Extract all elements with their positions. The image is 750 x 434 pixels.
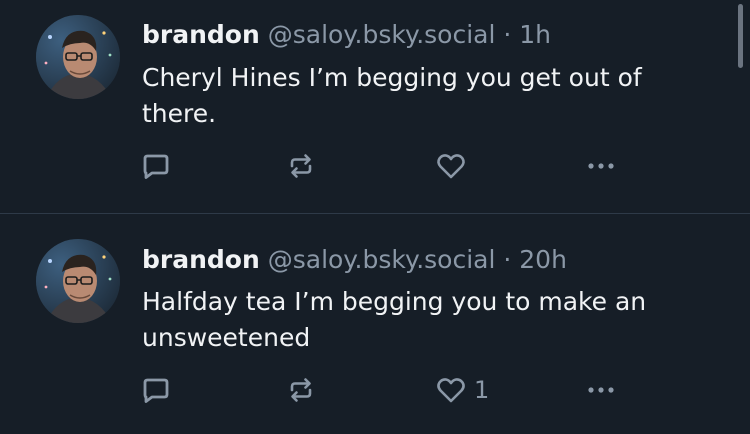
- heart-icon: [437, 154, 465, 179]
- heart-icon: [437, 378, 465, 403]
- post-text: Halfday tea I’m begging you to make an u…: [142, 287, 647, 352]
- reply-button[interactable]: [138, 146, 172, 186]
- post-timestamp[interactable]: 20h: [519, 245, 567, 274]
- author-display-name[interactable]: brandon: [142, 20, 260, 49]
- post-timestamp[interactable]: 1h: [519, 20, 551, 49]
- avatar-image: [36, 15, 120, 99]
- post-feed: brandon @saloy.bsky.social · 1h Cheryl H…: [0, 0, 750, 434]
- like-button[interactable]: [434, 146, 474, 186]
- avatar-image: [36, 239, 120, 323]
- reply-icon: [143, 378, 169, 403]
- author-display-name[interactable]: brandon: [142, 245, 260, 274]
- separator-dot: ·: [503, 245, 512, 274]
- repost-button[interactable]: [284, 146, 318, 186]
- avatar[interactable]: [36, 15, 120, 99]
- post-text: Cheryl Hines I’m begging you get out of …: [142, 63, 642, 128]
- repost-icon: [290, 154, 312, 178]
- like-button[interactable]: 1: [434, 370, 489, 410]
- more-options-button[interactable]: [584, 370, 618, 410]
- author-handle[interactable]: @saloy.bsky.social: [268, 245, 496, 274]
- post-actions: 1: [138, 370, 638, 410]
- post-item[interactable]: brandon @saloy.bsky.social · 20h Halfday…: [0, 214, 740, 434]
- author-handle[interactable]: @saloy.bsky.social: [268, 20, 496, 49]
- more-options-button[interactable]: [584, 146, 618, 186]
- post-header: brandon @saloy.bsky.social · 20h: [142, 244, 567, 276]
- like-count: 1: [474, 376, 490, 404]
- reply-button[interactable]: [138, 370, 172, 410]
- post-item[interactable]: brandon @saloy.bsky.social · 1h Cheryl H…: [0, 0, 740, 213]
- avatar[interactable]: [36, 239, 120, 323]
- scrollbar[interactable]: [738, 4, 743, 68]
- repost-icon: [290, 378, 312, 402]
- post-actions: [138, 146, 638, 186]
- separator-dot: ·: [503, 20, 512, 49]
- repost-button[interactable]: [284, 370, 318, 410]
- reply-icon: [143, 154, 169, 179]
- more-options-icon: [588, 387, 614, 393]
- more-options-icon: [588, 163, 614, 169]
- post-header: brandon @saloy.bsky.social · 1h: [142, 19, 551, 51]
